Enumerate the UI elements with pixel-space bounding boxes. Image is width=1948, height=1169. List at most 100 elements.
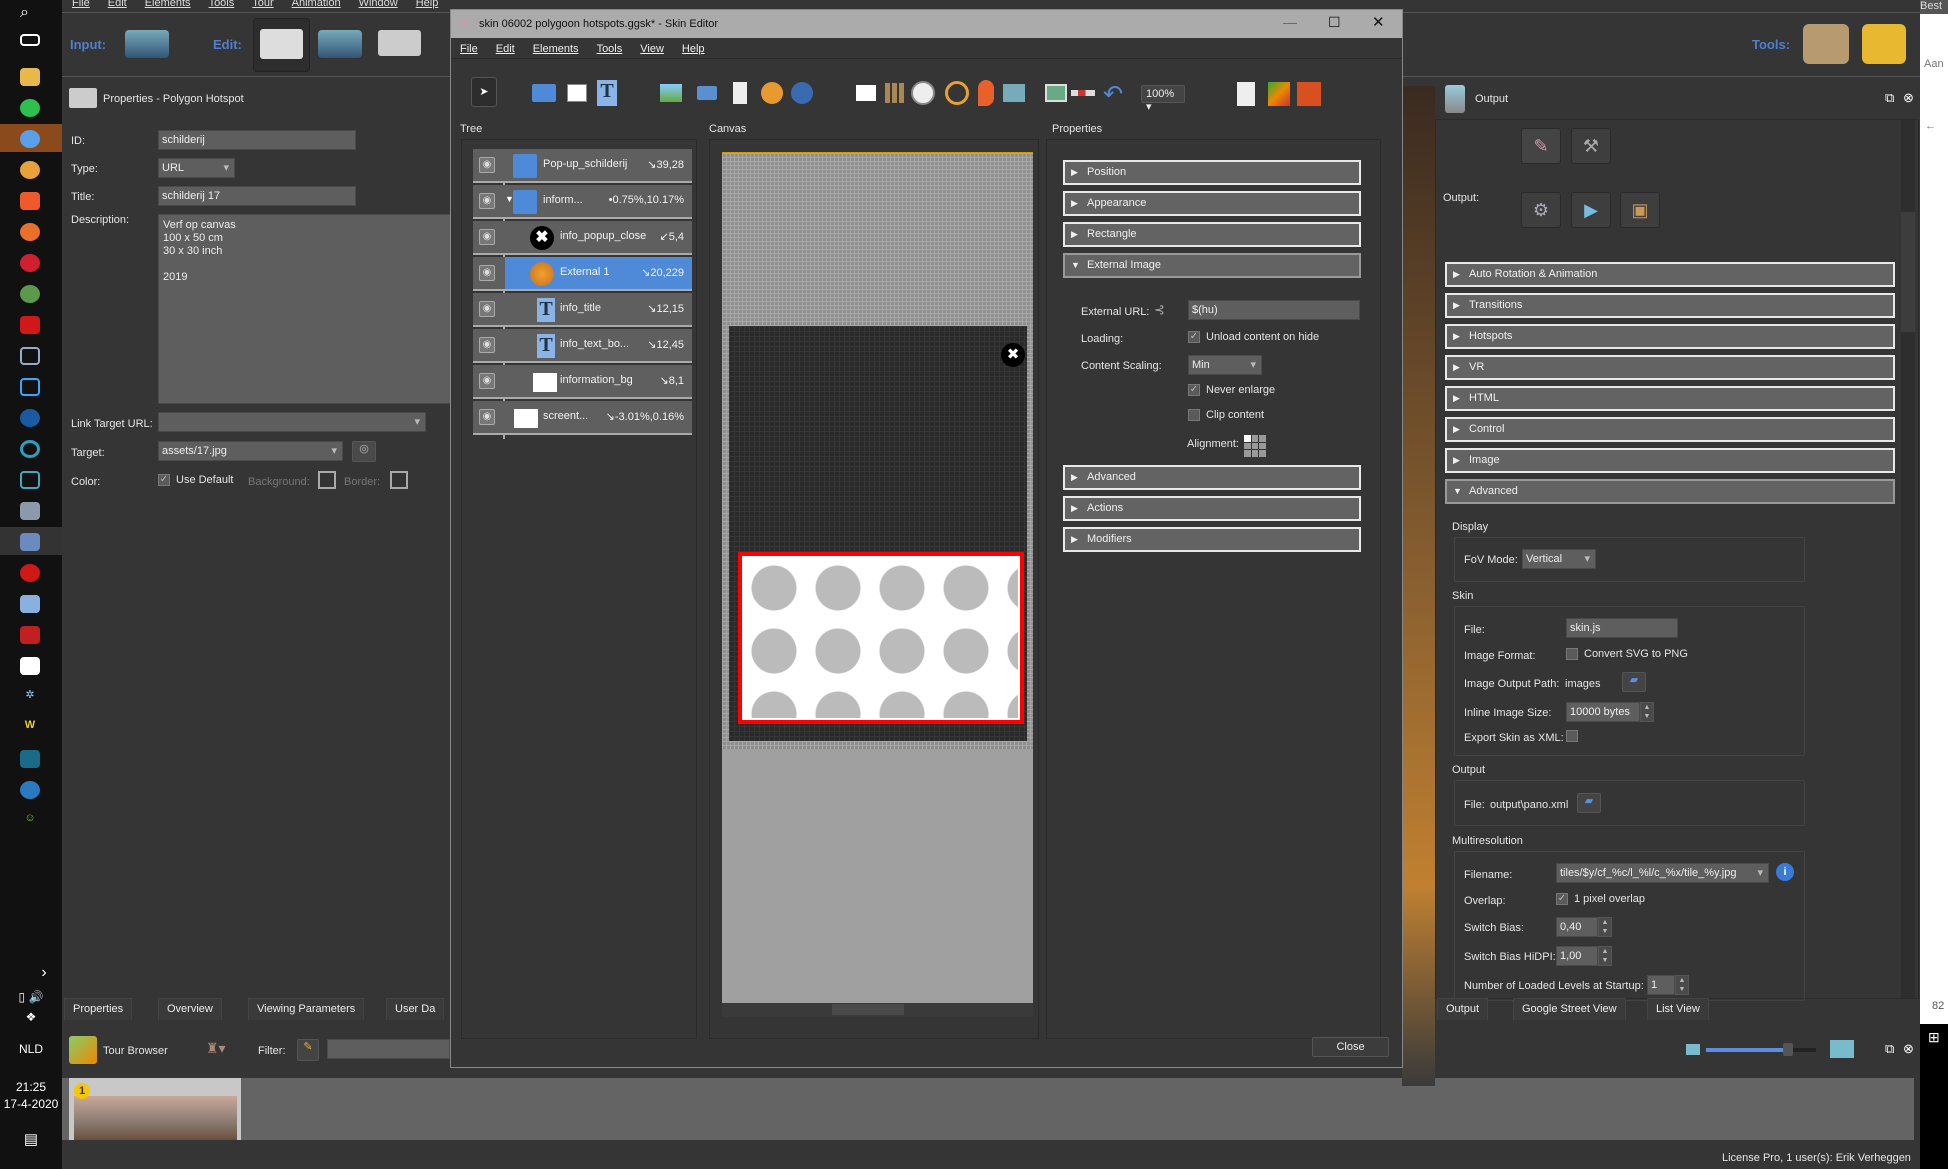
tag-filter-button[interactable]: ✎ [297,1039,319,1061]
visibility-eye-icon[interactable]: ◉ [479,157,495,173]
content-scaling-select[interactable]: Min [1188,355,1262,375]
target-picker-button[interactable]: ◎ [352,441,376,462]
app-icon[interactable] [20,781,40,799]
search-icon[interactable]: ⌕ [20,4,40,22]
visibility-eye-icon[interactable]: ◉ [479,229,495,245]
file-explorer-icon[interactable] [20,68,40,86]
share-link-icon[interactable]: ⊰ [1154,302,1165,318]
whatsapp-icon[interactable] [20,99,40,117]
messenger-icon[interactable] [20,130,40,148]
tab-properties[interactable]: Properties [64,998,133,1020]
add-panorama-icon[interactable] [125,30,169,58]
scrollarea-tool-icon[interactable] [856,85,876,101]
canvas-horizontal-scrollbar[interactable] [722,1003,1033,1017]
filezilla-icon[interactable] [20,626,40,644]
zoom-select[interactable]: 100% ▾ [1141,85,1185,113]
type-select[interactable]: URL [158,158,235,178]
menu-tools[interactable]: Tools [597,43,623,55]
package-icon[interactable] [1862,24,1906,64]
menu-help[interactable]: Help [416,0,439,9]
loaded-levels-spinner[interactable]: ▲ ▼ [1675,975,1689,995]
menu-tour[interactable]: Tour [252,0,273,9]
app-icon[interactable]: ☺ [20,812,40,830]
close-window-icon[interactable]: ✕ [1372,13,1385,31]
app-icon[interactable] [20,564,40,582]
section-rectangle[interactable]: Rectangle [1063,222,1361,247]
user-data-icon[interactable] [378,30,421,56]
tools-button[interactable]: ⚒ [1571,128,1611,164]
background-color-swatch[interactable] [318,471,336,489]
tour-map-button[interactable]: ✎ [1521,128,1561,164]
loaded-levels-input[interactable]: 1 [1647,975,1675,995]
menu-help[interactable]: Help [682,43,705,55]
thumbnail-size-slider[interactable] [1706,1043,1816,1056]
border-color-swatch[interactable] [390,471,408,489]
float-panel-icon[interactable]: ⧉ [1885,90,1894,106]
section-html[interactable]: HTML [1445,386,1895,411]
menu-edit[interactable]: Edit [496,43,515,55]
menu-view[interactable]: View [640,43,664,55]
select-tool-button[interactable]: ➤ [471,77,497,107]
app-icon[interactable] [20,595,40,613]
info-popup-close-element[interactable]: ✖ [1001,343,1025,367]
color-palette-icon[interactable] [1268,82,1290,106]
tree-item[interactable]: ◉ screent... ↘-3.01%,0.16% [473,401,692,435]
alignment-grid[interactable] [1244,435,1266,457]
tree-item-selected[interactable]: ◉ External 1 ↘20,229 [473,257,692,291]
inline-image-size-input[interactable]: 10000 bytes [1566,702,1640,722]
tab-list-view[interactable]: List View [1647,998,1709,1020]
visibility-eye-icon[interactable]: ◉ [479,265,495,281]
text-tool-icon[interactable]: T [597,80,617,106]
pano2vr-icon[interactable] [20,533,40,551]
app-icon[interactable] [20,471,40,489]
target-select[interactable]: assets/17.jpg [158,441,343,461]
link-target-input[interactable] [158,412,426,432]
output-settings-button[interactable]: ⚙ [1521,192,1561,228]
app-icon[interactable]: W [20,719,40,737]
inline-image-size-spinner[interactable]: ▲ ▼ [1640,702,1654,722]
scrollbar-thumb[interactable] [832,1004,904,1015]
scrollbar-thumb[interactable] [1901,212,1915,332]
browse-folder-button[interactable]: ▰ [1622,672,1646,692]
chrome-icon[interactable] [20,161,40,179]
menu-window[interactable]: Window [359,0,398,9]
package-output-button[interactable]: ▣ [1620,192,1660,228]
visibility-eye-icon[interactable]: ◉ [479,301,495,317]
chevron-right-icon[interactable]: › [0,964,62,982]
section-vr[interactable]: VR [1445,355,1895,380]
section-external-image[interactable]: External Image [1063,253,1361,278]
section-position[interactable]: Position [1063,160,1361,185]
video-tool-icon[interactable] [1045,84,1067,102]
section-appearance[interactable]: Appearance [1063,191,1361,216]
firefox-icon[interactable] [20,223,40,241]
info-icon[interactable]: i [1776,863,1794,881]
panorama-thumbnail[interactable]: 1 [69,1078,241,1140]
visibility-eye-icon[interactable]: ◉ [479,337,495,353]
visibility-eye-icon[interactable]: ◉ [479,193,495,209]
opera-icon[interactable] [20,254,40,272]
app-icon[interactable] [20,750,40,768]
section-hotspots[interactable]: Hotspots [1445,324,1895,349]
section-advanced[interactable]: Advanced [1063,465,1361,490]
cloner-tool-icon[interactable] [885,83,905,103]
button-tool-icon[interactable] [697,86,717,100]
clock-date[interactable]: 17-4-2020 [0,1097,62,1111]
alignment-cell[interactable] [1259,442,1266,450]
menu-tools[interactable]: Tools [209,0,235,9]
close-button[interactable]: Close [1312,1037,1389,1057]
external-tool-icon[interactable] [761,82,783,104]
alignment-cell[interactable] [1244,450,1251,457]
toolbox-icon[interactable] [1297,82,1321,106]
switch-bias-input[interactable]: 0,40 [1556,917,1598,937]
menu-animation[interactable]: Animation [292,0,341,9]
minimize-icon[interactable]: — [1283,14,1297,30]
windows-logo-icon[interactable]: ⊞ [1928,1029,1940,1046]
creative-cloud-icon[interactable] [20,316,40,334]
preview-button[interactable]: ▶ [1571,192,1611,228]
dropbox-icon[interactable]: ❖ [0,1010,62,1024]
tray-icons[interactable]: ▯ 🔊 [0,990,62,1004]
svg-tool-icon[interactable] [733,82,747,104]
tab-output[interactable]: Output [1437,998,1489,1020]
browse-output-button[interactable]: ▰ [1577,793,1601,813]
alignment-cell[interactable] [1244,442,1251,450]
